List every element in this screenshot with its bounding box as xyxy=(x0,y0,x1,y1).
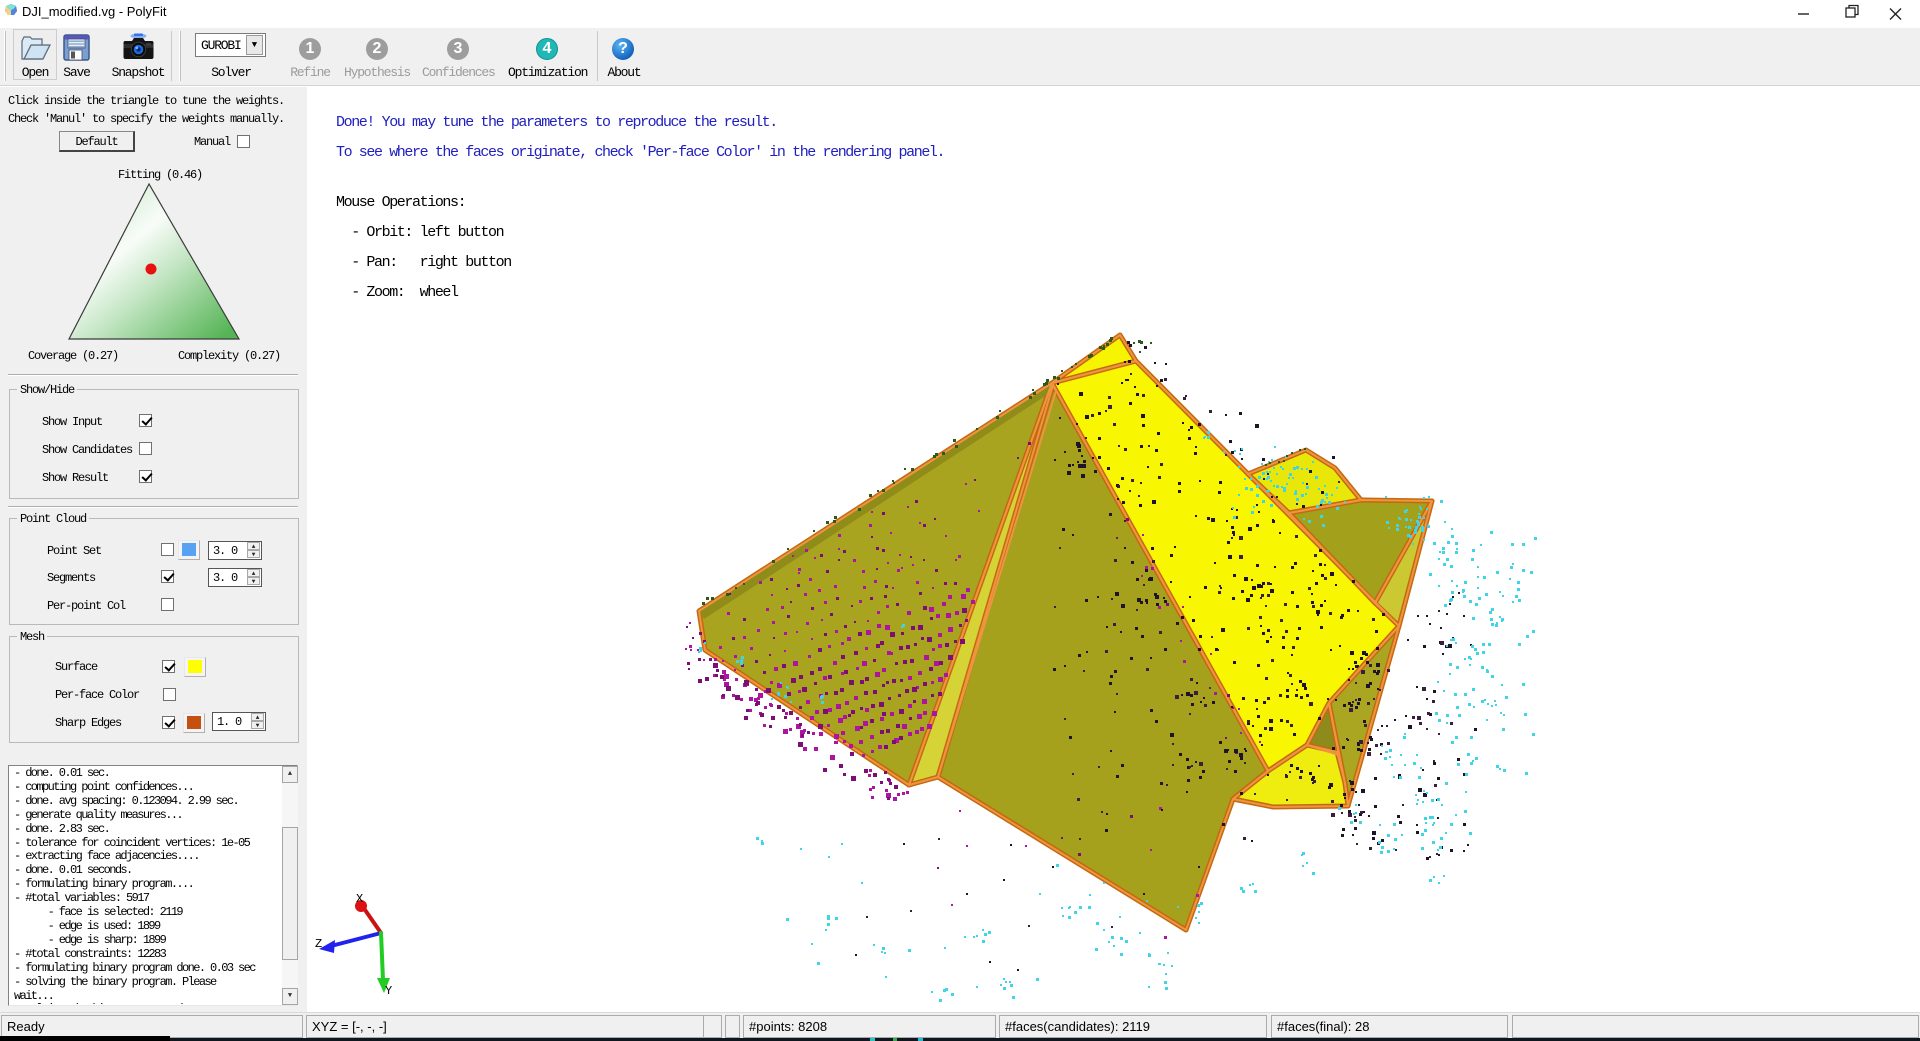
svg-text:Z: Z xyxy=(315,937,322,951)
svg-text:Y: Y xyxy=(385,984,392,998)
svg-text:X: X xyxy=(356,892,363,906)
